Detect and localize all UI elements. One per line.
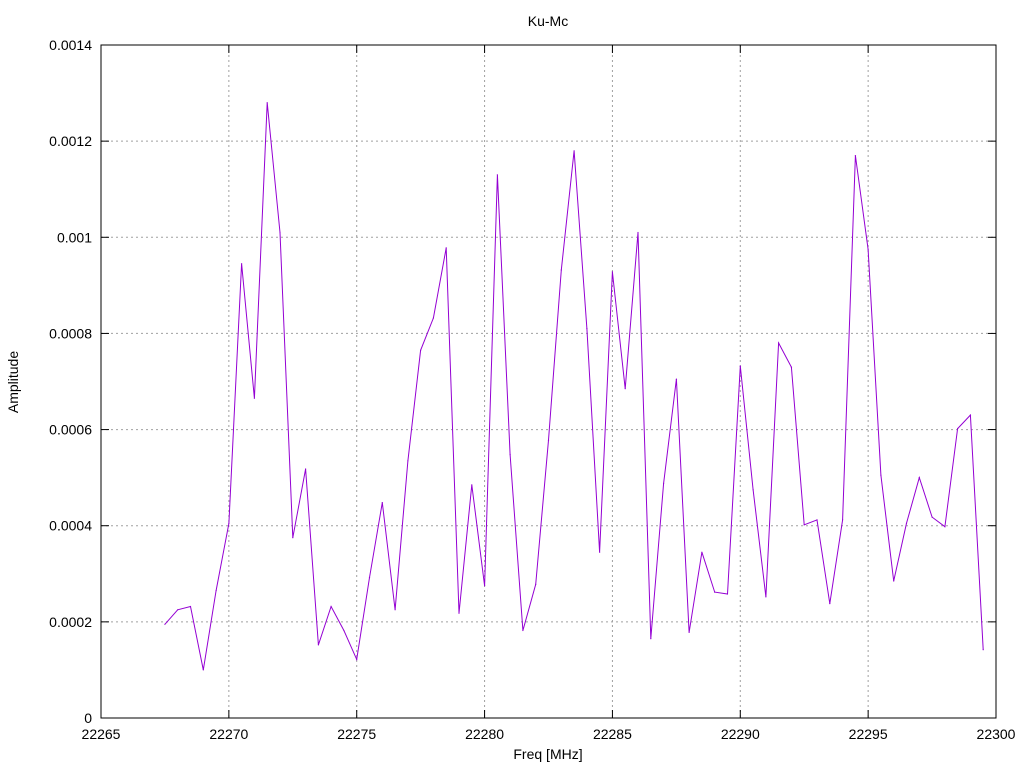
data-point	[394, 609, 396, 611]
data-point	[816, 519, 818, 521]
x-tick-label: 22280	[465, 726, 504, 742]
grid-lines	[101, 45, 996, 718]
y-axis-label: Amplitude	[5, 351, 21, 413]
data-point	[701, 551, 703, 553]
data-point	[292, 537, 294, 539]
y-tick-label: 0.0012	[49, 133, 92, 149]
data-point	[189, 605, 192, 608]
y-tick-label: 0.0004	[49, 518, 92, 534]
data-point	[893, 580, 895, 582]
data-point	[381, 502, 383, 504]
y-tick-label: 0.001	[57, 229, 92, 245]
data-point	[356, 658, 358, 661]
data-point	[586, 328, 588, 330]
x-tick-label: 22270	[209, 726, 248, 742]
x-tick-labels: 22265 22270 22275 22280 22285 22290 22295 22300	[82, 726, 1016, 742]
data-point	[266, 102, 268, 104]
y-tick-label: 0.0008	[49, 325, 92, 341]
data-point	[560, 269, 562, 271]
data-point	[368, 577, 371, 579]
data-point	[803, 524, 805, 526]
data-point	[484, 585, 486, 587]
data-point	[739, 365, 741, 367]
y-tick-label: 0	[84, 710, 92, 726]
data-point	[982, 649, 984, 651]
data-point	[547, 439, 550, 441]
series-line	[164, 102, 984, 670]
data-point	[420, 349, 422, 351]
data-point	[688, 631, 690, 634]
data-point	[202, 669, 204, 671]
data-point	[535, 583, 537, 586]
data-point	[432, 317, 434, 319]
data-point	[790, 366, 793, 368]
y-tick-label: 0.0002	[49, 614, 92, 630]
data-point	[867, 248, 869, 250]
data-point	[854, 155, 857, 157]
data-point	[445, 247, 447, 249]
data-point	[905, 522, 908, 524]
x-axis-label: Freq [MHz]	[513, 746, 582, 762]
y-tick-label: 0.0006	[49, 422, 92, 438]
data-point	[471, 484, 473, 486]
data-point	[714, 591, 716, 593]
x-tick-label: 22265	[82, 726, 121, 742]
data-point	[663, 482, 665, 484]
data-point	[969, 414, 972, 416]
data-point	[241, 263, 243, 265]
data-point	[611, 271, 614, 273]
data-point	[496, 174, 498, 176]
data-point	[343, 629, 345, 632]
data-point	[215, 590, 217, 592]
data-point	[842, 519, 844, 521]
data-point	[829, 603, 831, 605]
chart-title: Ku-Mc	[528, 13, 568, 29]
data-point	[957, 428, 959, 430]
data-point	[164, 623, 166, 625]
line-chart: 22265 22270 22275 22280 22285 22290 22295 22300…	[5, 13, 1016, 762]
data-point	[573, 150, 575, 152]
data-point	[253, 397, 255, 399]
data-point	[944, 526, 946, 528]
data-point	[931, 516, 933, 518]
data-point	[880, 474, 882, 476]
data-point	[599, 551, 601, 553]
data-point	[279, 231, 281, 234]
x-tick-label: 22300	[977, 726, 1016, 742]
data-point	[752, 489, 754, 491]
data-point	[726, 593, 729, 595]
data-point	[228, 522, 230, 524]
data-series	[164, 102, 984, 671]
x-tick-label: 22290	[721, 726, 760, 742]
x-tick-label: 22295	[849, 726, 888, 742]
data-point	[778, 342, 780, 344]
data-point	[330, 605, 332, 608]
data-point	[458, 612, 460, 614]
data-point	[918, 477, 920, 479]
data-point	[650, 638, 652, 640]
data-point	[624, 388, 626, 390]
data-point	[509, 454, 511, 456]
axis-ticks	[100, 44, 997, 719]
data-point	[317, 644, 319, 646]
x-tick-label: 22285	[593, 726, 632, 742]
data-point	[675, 378, 678, 380]
data-point	[522, 629, 524, 632]
data-point	[765, 596, 767, 598]
plot-border	[100, 44, 997, 719]
data-point	[637, 231, 639, 234]
data-point	[305, 468, 307, 470]
y-tick-label: 0.0014	[49, 37, 92, 53]
data-point	[177, 609, 179, 611]
x-tick-label: 22275	[337, 726, 376, 742]
y-tick-labels: 0 0.0002 0.0004 0.0006 0.0008 0.001 0.0012 0.00…	[49, 37, 92, 726]
data-point	[407, 460, 409, 462]
